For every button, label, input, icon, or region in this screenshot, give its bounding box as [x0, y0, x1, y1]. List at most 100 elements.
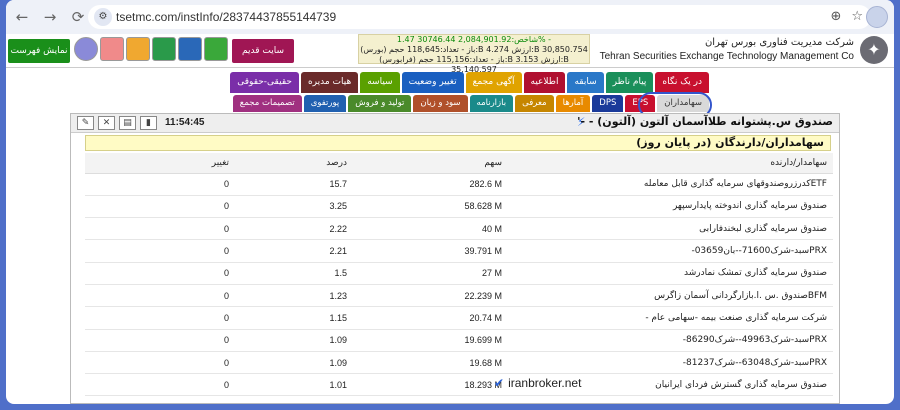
show-list-button[interactable]: نمایش فهرست: [8, 39, 70, 63]
watermark-text: iranbroker.net: [508, 376, 582, 390]
section-header: سهامداران/دارندگان (در پایان روز): [85, 135, 831, 151]
table-row[interactable]: 0 1.5 27 M صندوق سرمایه گذاری تمشک نمادرشد: [85, 262, 833, 285]
old-site-button[interactable]: سایت قدیم: [232, 39, 294, 63]
header-change[interactable]: تغییر: [85, 153, 235, 174]
tab-secondary-8[interactable]: پورتفوی: [303, 95, 347, 112]
cell-holder: PRXسبد-شرک63048--شرک81237-: [508, 351, 833, 375]
watermark: ✔ iranbroker.net: [494, 376, 581, 390]
table-row[interactable]: 0 2.22 40 M صندوق سرمایه گذاری لبخندفارابی: [85, 217, 833, 241]
tab-primary-0[interactable]: در یک نگاه: [655, 72, 709, 93]
cell-pct: 3.25: [235, 195, 353, 219]
ticker-index: شاخص:2,084,901.92 30746.44 1.47% -: [396, 35, 552, 44]
address-bar[interactable]: ⚙ tsetmc.com/instInfo/28374437855144739 …: [88, 5, 871, 29]
cell-pct: 1.5: [235, 262, 353, 285]
cell-change: 0: [85, 329, 235, 352]
bookmark-star-icon[interactable]: ☆: [851, 9, 863, 24]
cell-change: 0: [85, 373, 235, 397]
tab-primary-5[interactable]: تغییر وضعیت: [401, 72, 464, 93]
profile-avatar[interactable]: [866, 6, 888, 28]
header-toolbar: [74, 37, 228, 61]
tabs-row-primary: در یک نگاه پیام ناظر سابقه اطلاعیه آگهی مجمع…: [230, 72, 709, 93]
cell-pct: 1.09: [235, 351, 353, 375]
tab-secondary-4[interactable]: معرفی: [515, 95, 554, 112]
tab-secondary-6[interactable]: سود و زیان: [413, 95, 468, 112]
cell-share: 58.628 M: [353, 195, 508, 219]
tsetmc-logo-icon: ✦: [860, 36, 888, 64]
cell-share: 39.791 M: [353, 239, 508, 263]
tab-primary-1[interactable]: پیام ناظر: [605, 72, 654, 93]
cell-change: 0: [85, 351, 235, 375]
url-text[interactable]: tsetmc.com/instInfo/28374437855144739: [116, 10, 336, 24]
tab-primary-2[interactable]: سابقه: [567, 72, 604, 93]
tab-secondary-5[interactable]: بازارنامه: [469, 95, 514, 112]
cell-pct: 2.21: [235, 239, 353, 263]
bar-chart-icon[interactable]: ▮: [140, 116, 157, 130]
zoom-icon[interactable]: ⊕: [830, 9, 841, 24]
cell-holder: BFMصندوق .س .ا.بازارگردانی آسمان زاگرس: [508, 284, 833, 308]
cell-holder: PRXسبد-شرک49963--شرک86290-: [508, 329, 833, 352]
back-button[interactable]: ←: [10, 5, 34, 29]
cell-pct: 2.22: [235, 217, 353, 241]
instrument-title: صندوق س.پشتوانه طلاآسمان آلتون (آلتون) -…: [577, 115, 833, 128]
home-icon[interactable]: [100, 37, 124, 61]
cell-holder: شرکت سرمایه گذاری صنعت بیمه -سهامی عام -: [508, 306, 833, 330]
reload-button[interactable]: ⟳: [66, 5, 90, 29]
screen-frame: ← → ⟳ ⚙ tsetmc.com/instInfo/283744378551…: [6, 0, 894, 404]
tab-primary-6[interactable]: سیاسه: [360, 72, 400, 93]
table-icon[interactable]: [126, 37, 150, 61]
table-row[interactable]: 0 3.25 58.628 M صندوق سرمایه گذاری اندوخته …: [85, 195, 833, 219]
table-row[interactable]: 0 15.7 282.6 M ETFکدرزروصندوقهای سرمایه گذا…: [85, 173, 833, 196]
company-name-en: Tehran Securities Exchange Technology Ma…: [599, 51, 854, 62]
forward-button[interactable]: →: [38, 5, 62, 29]
cell-change: 0: [85, 217, 235, 241]
book-icon[interactable]: [178, 37, 202, 61]
cell-share: 20.74 M: [353, 306, 508, 330]
site-info-icon[interactable]: ⚙: [94, 8, 112, 26]
address-bar-actions: ⊕ ☆: [830, 9, 863, 24]
cell-pct: 15.7: [235, 173, 353, 196]
market-ticker: شاخص:2,084,901.92 30746.44 1.47% - (بورس…: [358, 34, 590, 74]
chart-tool-icon[interactable]: ✕: [98, 116, 115, 130]
table-row[interactable]: 0 1.09 19.699 M PRXسبد-شرک49963--شرک86290-: [85, 329, 833, 352]
instrument-tools: ✎ ✕ ▤ ▮: [77, 116, 157, 130]
tab-primary-4[interactable]: آگهی مجمع: [465, 72, 522, 93]
cell-pct: 1.15: [235, 306, 353, 330]
tab-secondary-3[interactable]: آمارها: [555, 95, 591, 112]
cell-share: 19.68 M: [353, 351, 508, 375]
globe-icon[interactable]: [74, 37, 98, 61]
cell-holder: PRXسبد-شرک71600--بان03659-: [508, 239, 833, 263]
cell-change: 0: [85, 262, 235, 285]
cell-holder: صندوق سرمایه گذاری لبخندفارابی: [508, 217, 833, 241]
cell-change: 0: [85, 239, 235, 263]
tab-secondary-2[interactable]: DPS: [592, 95, 624, 112]
layout-icon[interactable]: ▤: [119, 116, 136, 130]
header-percent[interactable]: درصد: [235, 153, 353, 174]
cell-change: 0: [85, 284, 235, 308]
site-header: نمایش فهرست سایت قدیم شاخص:2,084,901.92 …: [6, 34, 894, 74]
instrument-time: 11:54:45: [165, 117, 205, 128]
tab-primary-3[interactable]: اطلاعیه: [523, 72, 566, 93]
edit-icon[interactable]: ✎: [77, 116, 94, 130]
tab-primary-8[interactable]: حقیقی-حقوقی: [230, 72, 299, 93]
table-row[interactable]: 0 1.09 19.68 M PRXسبد-شرک63048--شرک81237-: [85, 351, 833, 375]
table-header-row: تغییر درصد سهم سهامدار/دارنده: [85, 153, 833, 174]
table-row[interactable]: 0 1.01 18.293 M صندوق سرمایه گذاری گسترش فر…: [85, 373, 833, 397]
header-holder[interactable]: سهامدار/دارنده: [508, 153, 833, 174]
cell-change: 0: [85, 195, 235, 219]
cell-share: 282.6 M: [353, 173, 508, 196]
tab-secondary-9[interactable]: تصمیمات مجمع: [232, 95, 302, 112]
cell-pct: 1.09: [235, 329, 353, 352]
table-row[interactable]: 0 1.15 20.74 M شرکت سرمایه گذاری صنعت بیمه …: [85, 306, 833, 330]
instrument-bar: ✎ ✕ ▤ ▮ 11:54:45 ⚡ صندوق س.پشتوانه طلاآس…: [71, 114, 839, 133]
table-row[interactable]: 0 2.21 39.791 M PRXسبد-شرک71600--بان03659-: [85, 239, 833, 263]
shareholders-table: تغییر درصد سهم سهامدار/دارنده 0 15.7 282.6…: [85, 153, 833, 397]
table-row[interactable]: 0 1.23 22.239 M BFMصندوق .س .ا.بازارگردانی …: [85, 284, 833, 308]
cell-holder: صندوق سرمایه گذاری تمشک نمادرشد: [508, 262, 833, 285]
cell-share: 18.293 M: [353, 373, 508, 397]
ticker-bourse: (بورس) باز - تعداد:118,645 حجم:B 4.274 ا…: [360, 45, 588, 54]
grid-icon[interactable]: [204, 37, 228, 61]
search-icon[interactable]: [152, 37, 176, 61]
tab-primary-7[interactable]: هیات مدیره: [300, 72, 359, 93]
header-share[interactable]: سهم: [353, 153, 508, 174]
tab-secondary-7[interactable]: تولید و فروش: [348, 95, 412, 112]
